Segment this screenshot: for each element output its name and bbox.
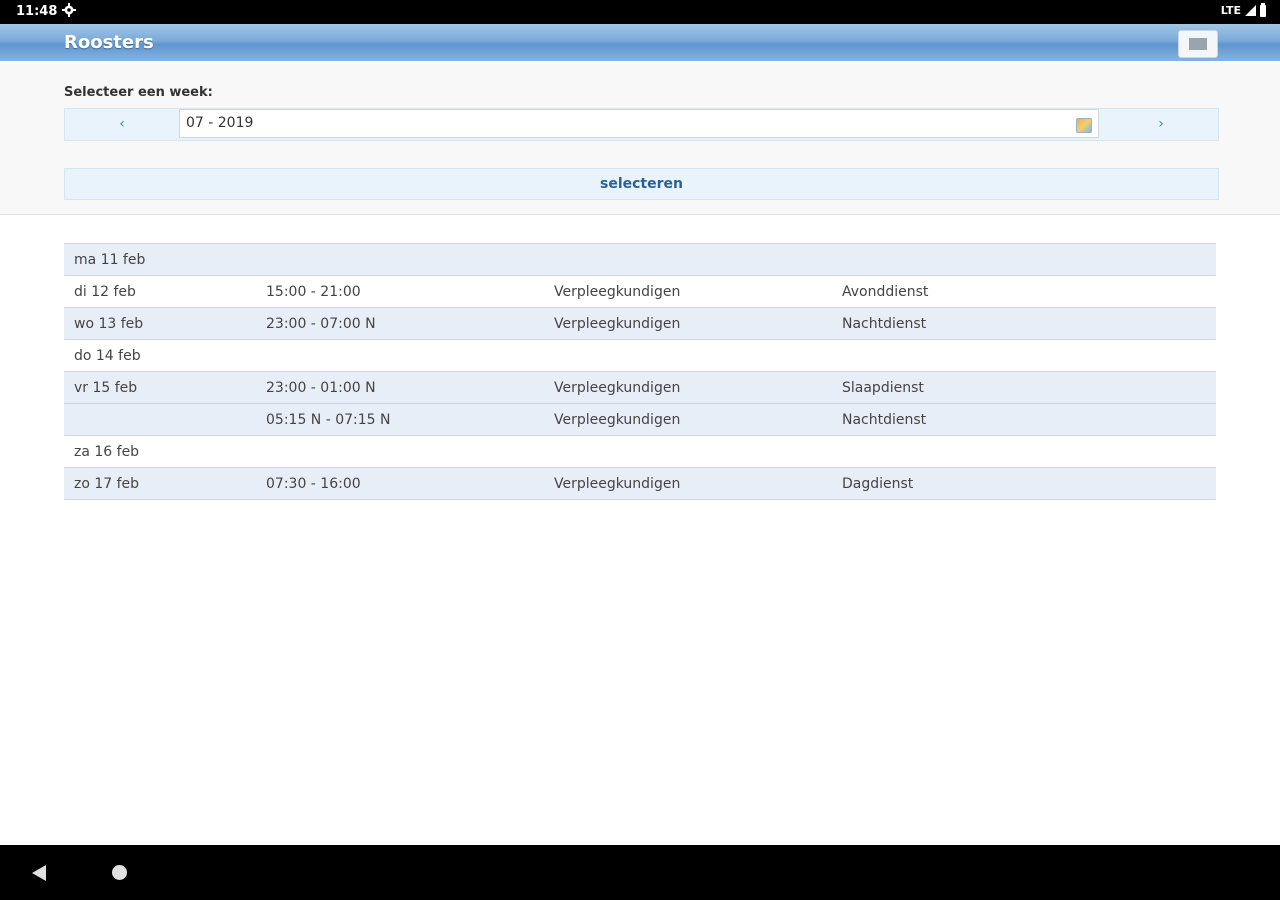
signal-icon xyxy=(1245,5,1256,16)
menu-button[interactable] xyxy=(1178,30,1218,58)
row-time: 23:00 - 01:00 N xyxy=(266,380,376,396)
row-shift: Nachtdienst xyxy=(842,316,927,332)
week-input-value: 07 - 2019 xyxy=(186,115,254,131)
week-selector-panel: Selecteer een week: ‹ 07 - 2019 › select… xyxy=(0,61,1280,215)
table-row: vr 15 feb 23:00 - 01:00 N Verpleegkundig… xyxy=(64,372,1216,404)
home-icon[interactable] xyxy=(112,865,127,880)
row-day: za 16 feb xyxy=(74,444,140,460)
table-row: wo 13 feb 23:00 - 07:00 N Verpleegkundig… xyxy=(64,308,1216,340)
battery-icon xyxy=(1260,2,1266,17)
schedule-table: ma 11 feb di 12 feb 15:00 - 21:00 Verple… xyxy=(64,243,1216,500)
row-time: 07:30 - 16:00 xyxy=(266,476,361,492)
menu-icon xyxy=(1189,38,1207,50)
week-selector-row: ‹ 07 - 2019 › xyxy=(64,108,1219,141)
row-department: Verpleegkundigen xyxy=(554,476,681,492)
table-row: di 12 feb 15:00 - 21:00 Verpleegkundigen… xyxy=(64,276,1216,308)
status-time: 11:48 xyxy=(16,4,58,19)
row-day: di 12 feb xyxy=(74,284,136,300)
page-title: Roosters xyxy=(64,32,154,53)
select-button[interactable]: selecteren xyxy=(64,168,1219,200)
table-row: ma 11 feb xyxy=(64,244,1216,276)
calendar-icon[interactable] xyxy=(1076,118,1092,133)
app-bar: Roosters xyxy=(0,24,1280,62)
network-type: LTE xyxy=(1220,4,1241,17)
week-label: Selecteer een week: xyxy=(64,85,213,100)
status-bar: 11:48 LTE xyxy=(0,0,1280,24)
row-day: zo 17 feb xyxy=(74,476,140,492)
row-time: 15:00 - 21:00 xyxy=(266,284,361,300)
table-row: 05:15 N - 07:15 N Verpleegkundigen Nacht… xyxy=(64,404,1216,436)
row-shift: Slaapdienst xyxy=(842,380,924,396)
row-shift: Nachtdienst xyxy=(842,412,927,428)
settings-gear-icon xyxy=(62,3,76,17)
system-nav-bar xyxy=(0,845,1280,900)
next-week-button[interactable]: › xyxy=(1104,109,1218,140)
row-time: 23:00 - 07:00 N xyxy=(266,316,376,332)
row-department: Verpleegkundigen xyxy=(554,284,681,300)
status-indicators: LTE xyxy=(1220,2,1266,17)
table-row: zo 17 feb 07:30 - 16:00 Verpleegkundigen… xyxy=(64,468,1216,500)
row-day: wo 13 feb xyxy=(74,316,144,332)
row-day: ma 11 feb xyxy=(74,252,146,268)
previous-week-button[interactable]: ‹ xyxy=(65,109,179,140)
row-shift: Dagdienst xyxy=(842,476,914,492)
row-time: 05:15 N - 07:15 N xyxy=(266,412,391,428)
row-department: Verpleegkundigen xyxy=(554,412,681,428)
row-department: Verpleegkundigen xyxy=(554,316,681,332)
week-input[interactable]: 07 - 2019 xyxy=(179,109,1099,138)
row-shift: Avonddienst xyxy=(842,284,929,300)
table-row: za 16 feb xyxy=(64,436,1216,468)
back-icon[interactable] xyxy=(32,865,46,881)
row-day: do 14 feb xyxy=(74,348,141,364)
row-day: vr 15 feb xyxy=(74,380,138,396)
table-row: do 14 feb xyxy=(64,340,1216,372)
row-department: Verpleegkundigen xyxy=(554,380,681,396)
